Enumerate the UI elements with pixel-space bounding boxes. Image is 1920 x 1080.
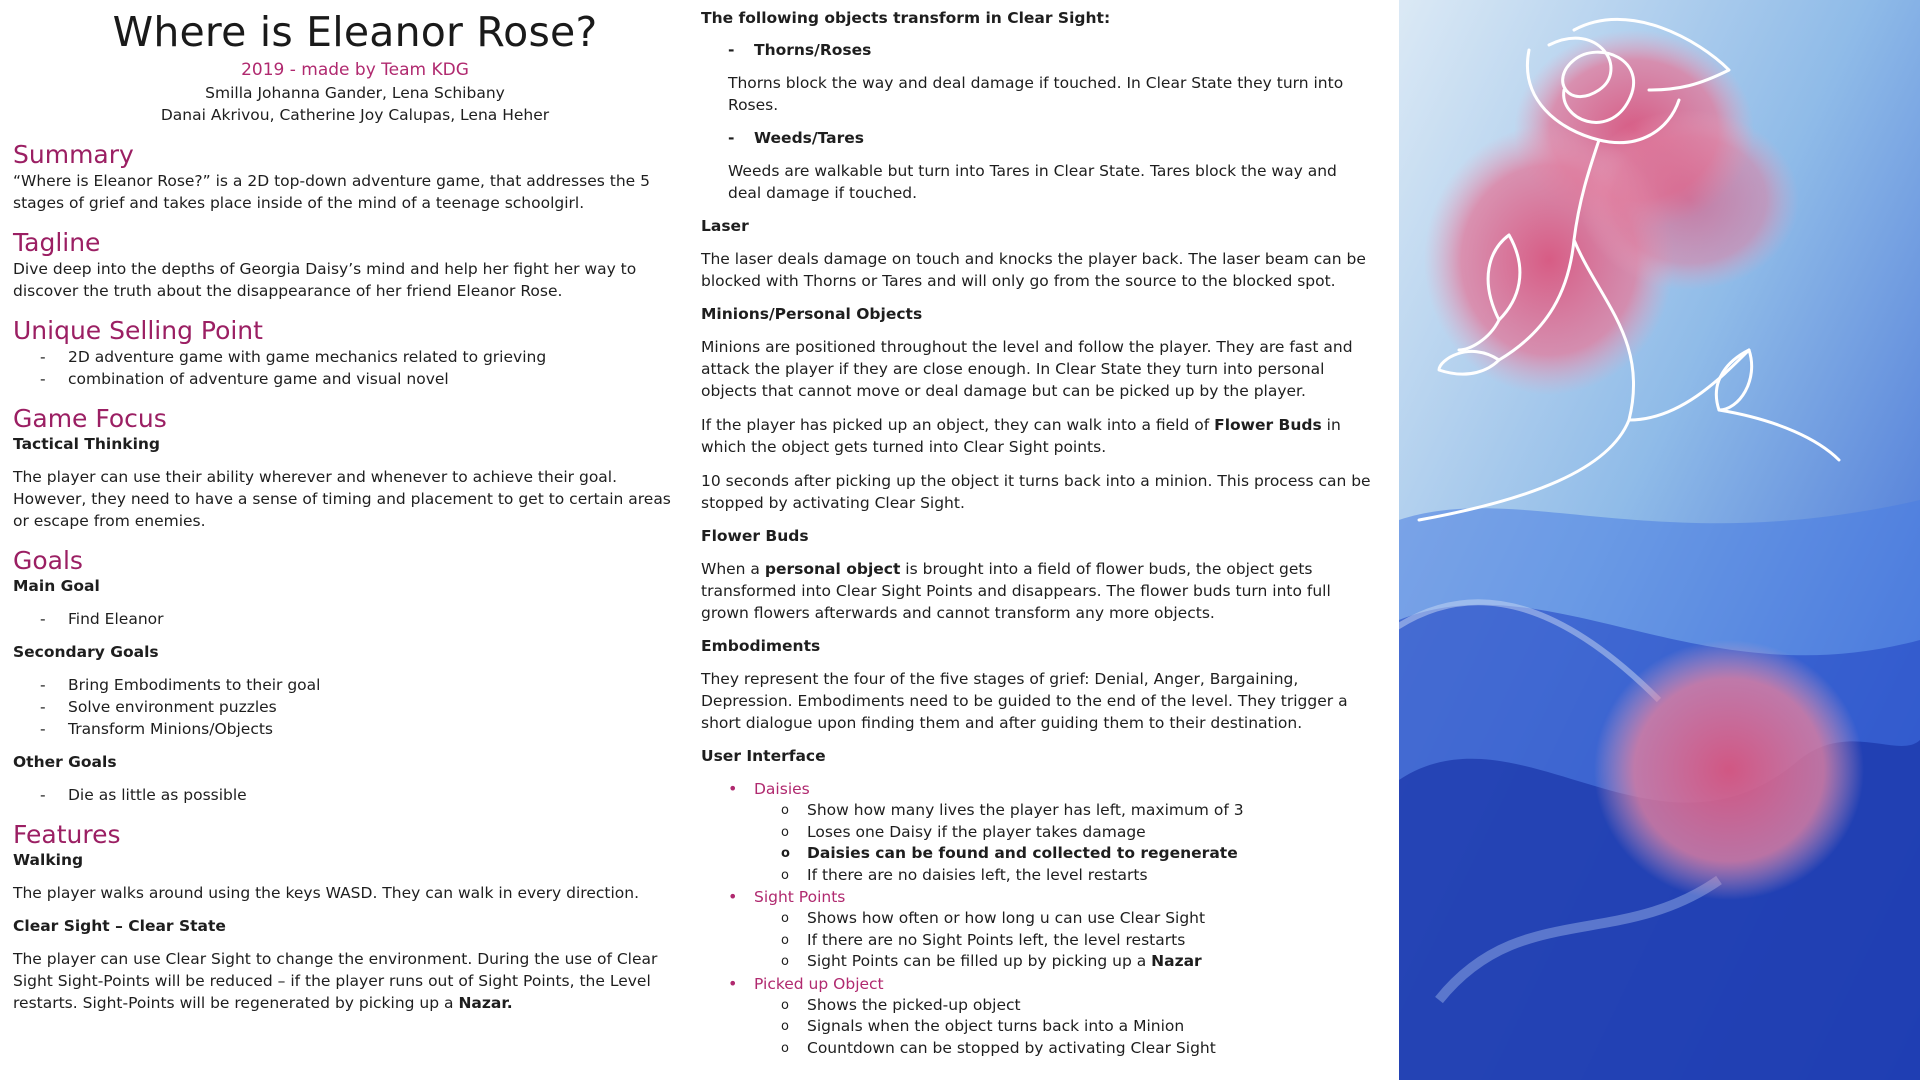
ui-item-sight-points: Sight Points xyxy=(701,886,1373,908)
list-item: If there are no daisies left, the level … xyxy=(701,865,1373,887)
flower-buds-label: Flower Buds xyxy=(701,527,809,545)
pickup-text-a: If the player has picked up an object, t… xyxy=(701,416,1215,434)
thorns-label: - Thorns/Roses xyxy=(728,41,872,59)
transform-heading: The following objects transform in Clear… xyxy=(701,9,1111,27)
weeds-text: Weeds are walkable but turn into Tares i… xyxy=(728,162,1337,202)
thorns-label-text: Thorns/Roses xyxy=(754,41,872,59)
picked-sublist: Shows the picked-up object Signals when … xyxy=(701,995,1373,1060)
list-item: Signals when the object turns back into … xyxy=(701,1016,1373,1038)
list-item: Transform Minions/Objects xyxy=(13,718,683,740)
walking-text: The player walks around using the keys W… xyxy=(13,884,640,902)
goals-heading: Goals xyxy=(13,546,83,575)
clear-sight-label: Clear Sight – Clear State xyxy=(13,917,226,935)
daisies-sublist: Show how many lives the player has left,… xyxy=(701,800,1373,886)
laser-label: Laser xyxy=(701,217,749,235)
main-goal-list: Find Eleanor xyxy=(13,608,683,630)
list-item: Show how many lives the player has left,… xyxy=(701,800,1373,822)
list-item: If there are no Sight Points left, the l… xyxy=(701,930,1373,952)
subtitle: 2019 - made by Team KDG xyxy=(241,60,469,80)
flower-buds-bold: Flower Buds xyxy=(1214,416,1322,434)
list-item: 2D adventure game with game mechanics re… xyxy=(13,346,683,368)
focus-heading: Game Focus xyxy=(13,404,167,433)
minions-label: Minions/Personal Objects xyxy=(701,305,923,323)
list-item: Loses one Daisy if the player takes dama… xyxy=(701,822,1373,844)
list-item: Bring Embodiments to their goal xyxy=(13,674,683,696)
list-item: Find Eleanor xyxy=(13,608,683,630)
summary-text: “Where is Eleanor Rose?” is a 2D top-dow… xyxy=(13,172,650,212)
ui-item-picked-object: Picked up Object xyxy=(701,973,1373,995)
seconds-text: 10 seconds after picking up the object i… xyxy=(701,472,1371,512)
tagline-heading: Tagline xyxy=(13,228,101,257)
ui-list: Daisies Show how many lives the player h… xyxy=(701,778,1373,1059)
authors-line-2: Danai Akrivou, Catherine Joy Calupas, Le… xyxy=(160,106,550,124)
list-item: Daisies can be found and collected to re… xyxy=(701,843,1373,865)
authors: Smilla Johanna Gander, Lena Schibany Dan… xyxy=(13,82,697,126)
buds-text-a: When a xyxy=(701,560,765,578)
page-title: Where is Eleanor Rose? xyxy=(112,8,598,56)
sight-fill-text: Sight Points can be filled up by picking… xyxy=(807,952,1152,970)
tagline-text: Dive deep into the depths of Georgia Dai… xyxy=(13,260,637,300)
list-item: Sight Points can be filled up by picking… xyxy=(701,951,1373,973)
thorns-text: Thorns block the way and deal damage if … xyxy=(728,74,1344,114)
focus-text: The player can use their ability whereve… xyxy=(13,468,671,530)
weeds-label: - Weeds/Tares xyxy=(728,129,864,147)
list-item: Solve environment puzzles xyxy=(13,696,683,718)
clear-sight-text: The player can use Clear Sight to change… xyxy=(13,948,683,1014)
other-goals-list: Die as little as possible xyxy=(13,784,683,806)
features-heading: Features xyxy=(13,820,121,849)
clear-sight-body: The player can use Clear Sight to change… xyxy=(13,950,658,1012)
flower-buds-text: When a personal object is brought into a… xyxy=(701,558,1373,624)
embodiments-label: Embodiments xyxy=(701,637,821,655)
list-item: Countdown can be stopped by activating C… xyxy=(701,1038,1373,1060)
list-item: Die as little as possible xyxy=(13,784,683,806)
ui-label: User Interface xyxy=(701,747,826,765)
laser-text: The laser deals damage on touch and knoc… xyxy=(701,250,1366,290)
authors-line-1: Smilla Johanna Gander, Lena Schibany xyxy=(205,84,505,102)
summary-heading: Summary xyxy=(13,140,134,169)
main-goal-label: Main Goal xyxy=(13,577,100,595)
pickup-text: If the player has picked up an object, t… xyxy=(701,414,1373,458)
ui-item-daisies: Daisies xyxy=(701,778,1373,800)
list-item: Shows the picked-up object xyxy=(701,995,1373,1017)
list-item: combination of adventure game and visual… xyxy=(13,368,683,390)
list-item: Shows how often or how long u can use Cl… xyxy=(701,908,1373,930)
middle-column: The following objects transform in Clear… xyxy=(701,8,1373,1059)
secondary-goals-label: Secondary Goals xyxy=(13,643,159,661)
weeds-label-text: Weeds/Tares xyxy=(754,129,864,147)
embodiments-text: They represent the four of the five stag… xyxy=(701,670,1348,732)
nazar-bold: Nazar. xyxy=(458,994,513,1012)
usp-list: 2D adventure game with game mechanics re… xyxy=(13,346,683,390)
secondary-goals-list: Bring Embodiments to their goal Solve en… xyxy=(13,674,683,740)
minions-text: Minions are positioned throughout the le… xyxy=(701,338,1353,400)
nazar-bold: Nazar xyxy=(1151,952,1202,970)
walking-label: Walking xyxy=(13,851,84,869)
sight-sublist: Shows how often or how long u can use Cl… xyxy=(701,908,1373,973)
personal-object-bold: personal object xyxy=(764,560,901,578)
rose-illustration-icon xyxy=(1399,0,1920,1080)
other-goals-label: Other Goals xyxy=(13,753,117,771)
left-column: Where is Eleanor Rose? 2019 - made by Te… xyxy=(13,8,683,1014)
rose-artwork xyxy=(1399,0,1920,1080)
usp-heading: Unique Selling Point xyxy=(13,316,263,345)
focus-subheading: Tactical Thinking xyxy=(13,435,161,453)
